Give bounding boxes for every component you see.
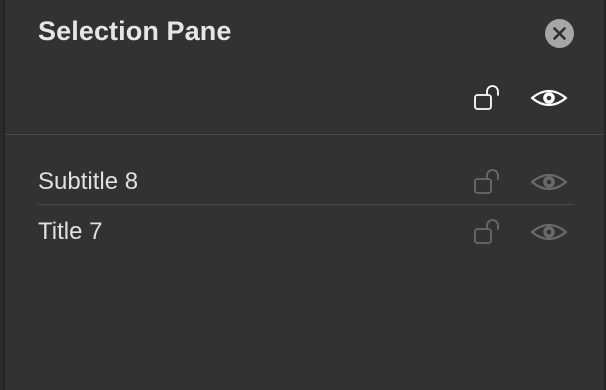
item-visibility-toggle[interactable]: [530, 168, 568, 196]
pane-left-border: [0, 0, 5, 390]
list-item-label: Subtitle 8: [38, 168, 139, 195]
eye-icon: [530, 89, 568, 107]
list-item-label: Title 7: [38, 218, 103, 245]
close-icon: [553, 27, 566, 40]
show-all-button[interactable]: [530, 84, 568, 112]
unlock-icon: [474, 219, 499, 244]
item-lock-toggle[interactable]: [471, 218, 505, 246]
unlock-icon: [474, 169, 499, 194]
lock-all-button[interactable]: [471, 84, 505, 112]
eye-icon: [530, 173, 568, 191]
item-lock-toggle[interactable]: [471, 168, 505, 196]
close-button[interactable]: [545, 19, 574, 48]
selection-pane: Selection Pane Subtitle 8 Title 7: [0, 0, 606, 390]
unlock-icon: [474, 85, 499, 110]
pane-title: Selection Pane: [38, 16, 232, 46]
header-divider: [5, 134, 604, 135]
row-divider: [38, 204, 574, 205]
eye-icon: [530, 223, 568, 241]
item-visibility-toggle[interactable]: [530, 218, 568, 246]
